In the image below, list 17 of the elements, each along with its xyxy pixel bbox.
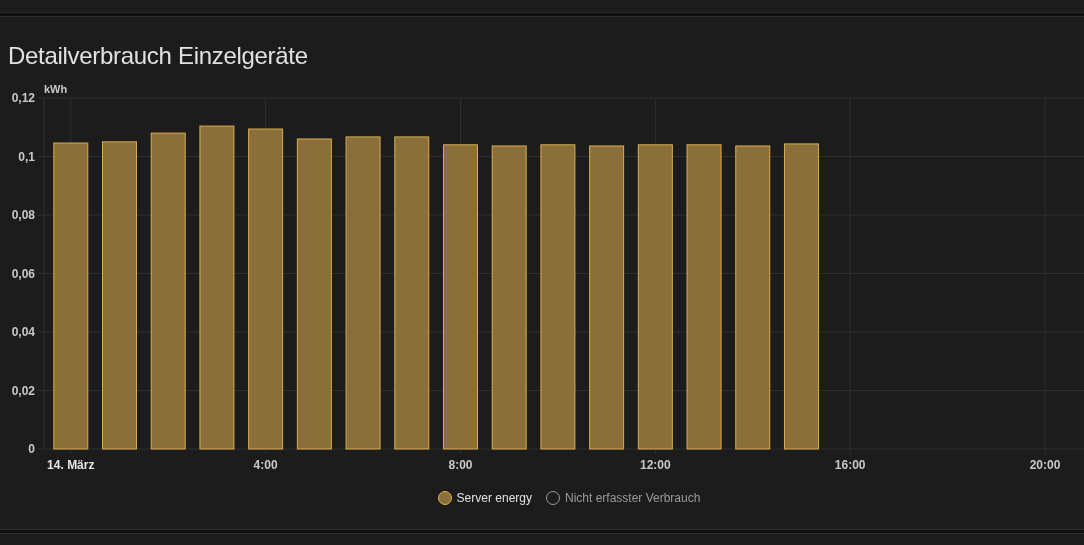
x-tick-label: 8:00	[448, 458, 473, 472]
y-tick-label: 0	[28, 442, 35, 456]
date-label: 14. März	[47, 458, 95, 472]
y-tick-label: 0,1	[18, 149, 35, 164]
x-tick-label: 20:00	[1029, 458, 1061, 472]
legend-item[interactable]: Server energy	[437, 491, 532, 505]
y-tick-label: 0,06	[11, 266, 35, 281]
legend-item[interactable]: Nicht erfasster Verbrauch	[546, 491, 701, 505]
x-tick-label: 12:00	[640, 458, 671, 472]
y-tick-label: 0,04	[11, 325, 35, 339]
x-tick-label: 4:00	[253, 458, 278, 472]
x-tick-label: 16:00	[834, 458, 866, 472]
y-tick-label: 0,08	[11, 208, 35, 222]
y-tick-label: 0,12	[11, 91, 35, 105]
card-title: Detailverbrauch Einzelgeräte	[8, 41, 309, 71]
y-tick-label: 0,02	[11, 383, 35, 398]
y-axis-label: kWh	[44, 83, 68, 95]
